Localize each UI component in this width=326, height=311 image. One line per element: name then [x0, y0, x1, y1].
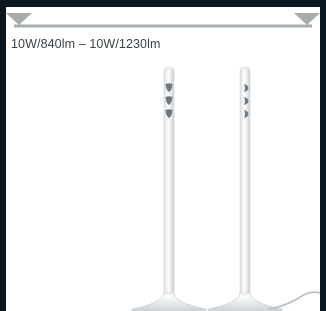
- floor-lamp-front: [131, 66, 207, 311]
- power-cable: [267, 291, 320, 310]
- floor-lamps-image: [131, 66, 320, 311]
- led-heads-front: [165, 83, 173, 118]
- floor-lamp-side: [207, 66, 283, 311]
- product-panel: 10W/840lm – 10W/1230lm: [6, 7, 320, 311]
